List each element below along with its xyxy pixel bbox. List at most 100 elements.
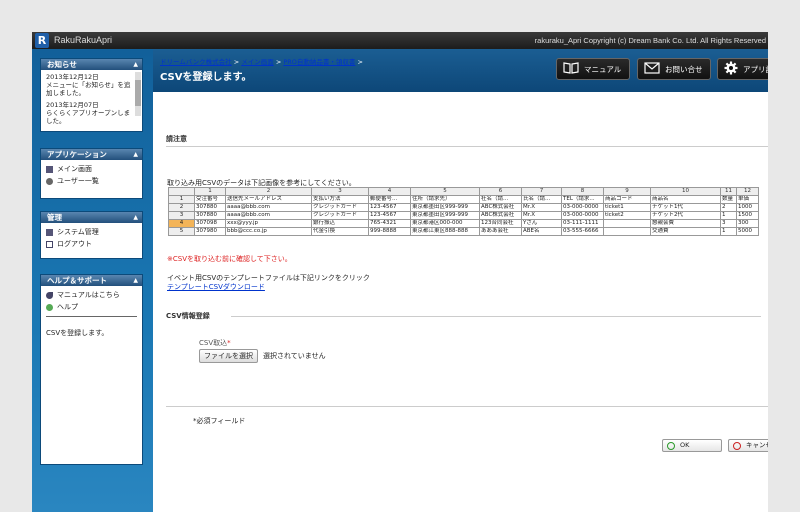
required-note: *必須フィールド xyxy=(193,417,246,425)
cancel-icon xyxy=(733,441,741,450)
breadcrumb: ドリームバンク株式会社 > メイン画面 > PRO自動納品書・領収書 > xyxy=(160,56,363,66)
warning-text: ※CSVを取り込む前に確認して下さい。 xyxy=(167,255,292,263)
table-cell: xxx@yyy.jp xyxy=(225,219,312,228)
table-cell: 5000 xyxy=(736,227,759,236)
table-cell: 307980 xyxy=(194,227,226,236)
news-date: 2013年12月12日 xyxy=(46,73,99,81)
help-panel-header[interactable]: ヘルプ＆サポート ▲ xyxy=(41,275,142,286)
sidebar-item-main[interactable]: メイン画面 xyxy=(46,163,137,175)
settings-button-label: アプリ設定 xyxy=(743,64,768,74)
help-panel: ヘルプ＆サポート ▲ マニュアルはこちら ヘルプ CSVを登録します。 xyxy=(40,274,143,465)
page-title: CSVを登録します。 xyxy=(160,72,252,83)
news-title: お知らせ xyxy=(47,60,77,69)
collapse-icon[interactable]: ▲ xyxy=(133,212,138,223)
divider xyxy=(231,316,761,317)
app-window: R RakuRakuApri rakuraku_Apri Copyright (… xyxy=(32,32,768,512)
template-download-link[interactable]: テンプレートCSVダウンロード xyxy=(167,282,265,292)
book-icon xyxy=(46,165,53,173)
news-text: らくらくアプリオープンしました。 xyxy=(46,109,131,125)
news-scrollbar[interactable] xyxy=(135,72,141,116)
sidebar-item-label: メイン画面 xyxy=(57,165,92,173)
table-cell: 東京都墨田区999-999 xyxy=(410,203,480,212)
table-cell: 123-4567 xyxy=(368,203,411,212)
table-row: 2 307880 aaaa@bbb.com クレジットカード 123-4567 … xyxy=(168,203,759,212)
contact-button[interactable]: お問い合せ xyxy=(637,58,711,80)
table-header-row: 1 受注番号 送信先メールアドレス 支払い方法 郵便番号... 住所（請求先） … xyxy=(168,195,759,204)
cancel-button[interactable]: キャンセル xyxy=(728,439,768,452)
col-number: 12 xyxy=(736,187,759,196)
col-number: 5 xyxy=(410,187,480,196)
sidebar-item-label: マニュアルはこちら xyxy=(57,291,120,299)
gear-icon xyxy=(724,61,738,77)
file-select-button[interactable]: ファイルを選択 xyxy=(199,349,258,363)
news-item: 2013年12月07日 らくらくアプリオープンしました。 xyxy=(46,101,132,125)
table-cell: ABE名 xyxy=(521,227,562,236)
sidebar-item-label: ログアウト xyxy=(57,240,92,248)
table-cell: 307880 xyxy=(194,211,226,220)
header-cell: 商品名 xyxy=(650,195,721,204)
contact-button-label: お問い合せ xyxy=(665,64,703,74)
admin-panel-header[interactable]: 管理 ▲ xyxy=(41,212,142,223)
col-number: 8 xyxy=(561,187,604,196)
table-cell: ABC株式会社 xyxy=(479,211,522,220)
collapse-icon[interactable]: ▲ xyxy=(133,275,138,286)
header-cell: 数量 xyxy=(720,195,737,204)
table-cell: Mr.X xyxy=(521,203,562,212)
sidebar-item-label: ヘルプ xyxy=(57,303,78,311)
table-cell: aaaa@bbb.com xyxy=(225,211,312,220)
app-logo: R xyxy=(35,33,49,48)
settings-button[interactable]: アプリ設定 xyxy=(717,58,768,80)
col-number: 3 xyxy=(311,187,369,196)
system-icon xyxy=(46,228,53,236)
sidebar-item-help[interactable]: ヘルプ xyxy=(46,301,137,313)
manual-button-label: マニュアル xyxy=(584,64,622,74)
divider xyxy=(166,146,768,147)
file-status: 選択されていません xyxy=(263,352,326,360)
header-cell: 単価 xyxy=(736,195,759,204)
table-cell: チケット2代 xyxy=(650,211,721,220)
col-number: 7 xyxy=(521,187,562,196)
table-cell: 765-4321 xyxy=(368,219,411,228)
table-cell: 1000 xyxy=(736,203,759,212)
table-cell: Mr.X xyxy=(521,211,562,220)
check-icon xyxy=(667,441,675,450)
table-cell: ticket1 xyxy=(603,203,651,212)
breadcrumb-company[interactable]: ドリームバンク株式会社 xyxy=(160,58,232,66)
sidebar-item-label: システム管理 xyxy=(57,228,99,236)
table-row: 5 307980 bbb@ccc.co.jp 代金引換 999-8888 東京都… xyxy=(168,227,759,236)
collapse-icon[interactable]: ▲ xyxy=(133,149,138,160)
scrollbar-thumb[interactable] xyxy=(135,80,141,106)
csv-import-label: CSV取込* xyxy=(199,338,231,348)
collapse-icon[interactable]: ▲ xyxy=(133,59,138,70)
copyright-text: rakuraku_Apri Copyright (c) Dream Bank C… xyxy=(534,36,766,45)
table-cell: クレジットカード xyxy=(311,203,369,212)
sidebar-item-label: ユーザー一覧 xyxy=(57,177,99,185)
row-number: 2 xyxy=(168,203,195,212)
manual-button[interactable]: マニュアル xyxy=(556,58,630,80)
sidebar-item-users[interactable]: ユーザー一覧 xyxy=(46,175,137,187)
app-name: RakuRakuApri xyxy=(54,35,113,45)
table-cell: Yさん xyxy=(521,219,562,228)
sidebar-item-manual[interactable]: マニュアルはこちら xyxy=(46,289,137,301)
sidebar-item-logout[interactable]: ログアウト xyxy=(46,238,137,250)
envelope-icon xyxy=(644,62,660,76)
application-panel: アプリケーション ▲ メイン画面 ユーザー一覧 xyxy=(40,148,143,199)
admin-title: 管理 xyxy=(47,213,62,222)
news-item: 2013年12月12日 メニューに「お知らせ」を追加しました。 xyxy=(46,73,132,97)
news-date: 2013年12月07日 xyxy=(46,101,99,109)
header-cell: 商品コード xyxy=(603,195,651,204)
breadcrumb-main[interactable]: メイン画面 xyxy=(241,58,274,66)
content-area: 請注意 取り込み用CSVのデータは下記画像を参考にしてください。 1 2 3 4… xyxy=(153,92,768,512)
corner-cell xyxy=(168,187,195,196)
news-panel-header[interactable]: お知らせ ▲ xyxy=(41,59,142,70)
admin-panel: 管理 ▲ システム管理 ログアウト xyxy=(40,211,143,259)
sidebar-item-system[interactable]: システム管理 xyxy=(46,226,137,238)
ok-button[interactable]: OK xyxy=(662,439,722,452)
breadcrumb-app[interactable]: PRO自動納品書・領収書 xyxy=(283,58,355,66)
help-description: CSVを登録します。 xyxy=(46,329,109,337)
application-panel-header[interactable]: アプリケーション ▲ xyxy=(41,149,142,160)
table-cell: 東京都墨田区999-999 xyxy=(410,211,480,220)
header-cell: 社名（請... xyxy=(479,195,522,204)
table-cell: 懇親会費 xyxy=(650,219,721,228)
header-cell: 送信先メールアドレス xyxy=(225,195,312,204)
